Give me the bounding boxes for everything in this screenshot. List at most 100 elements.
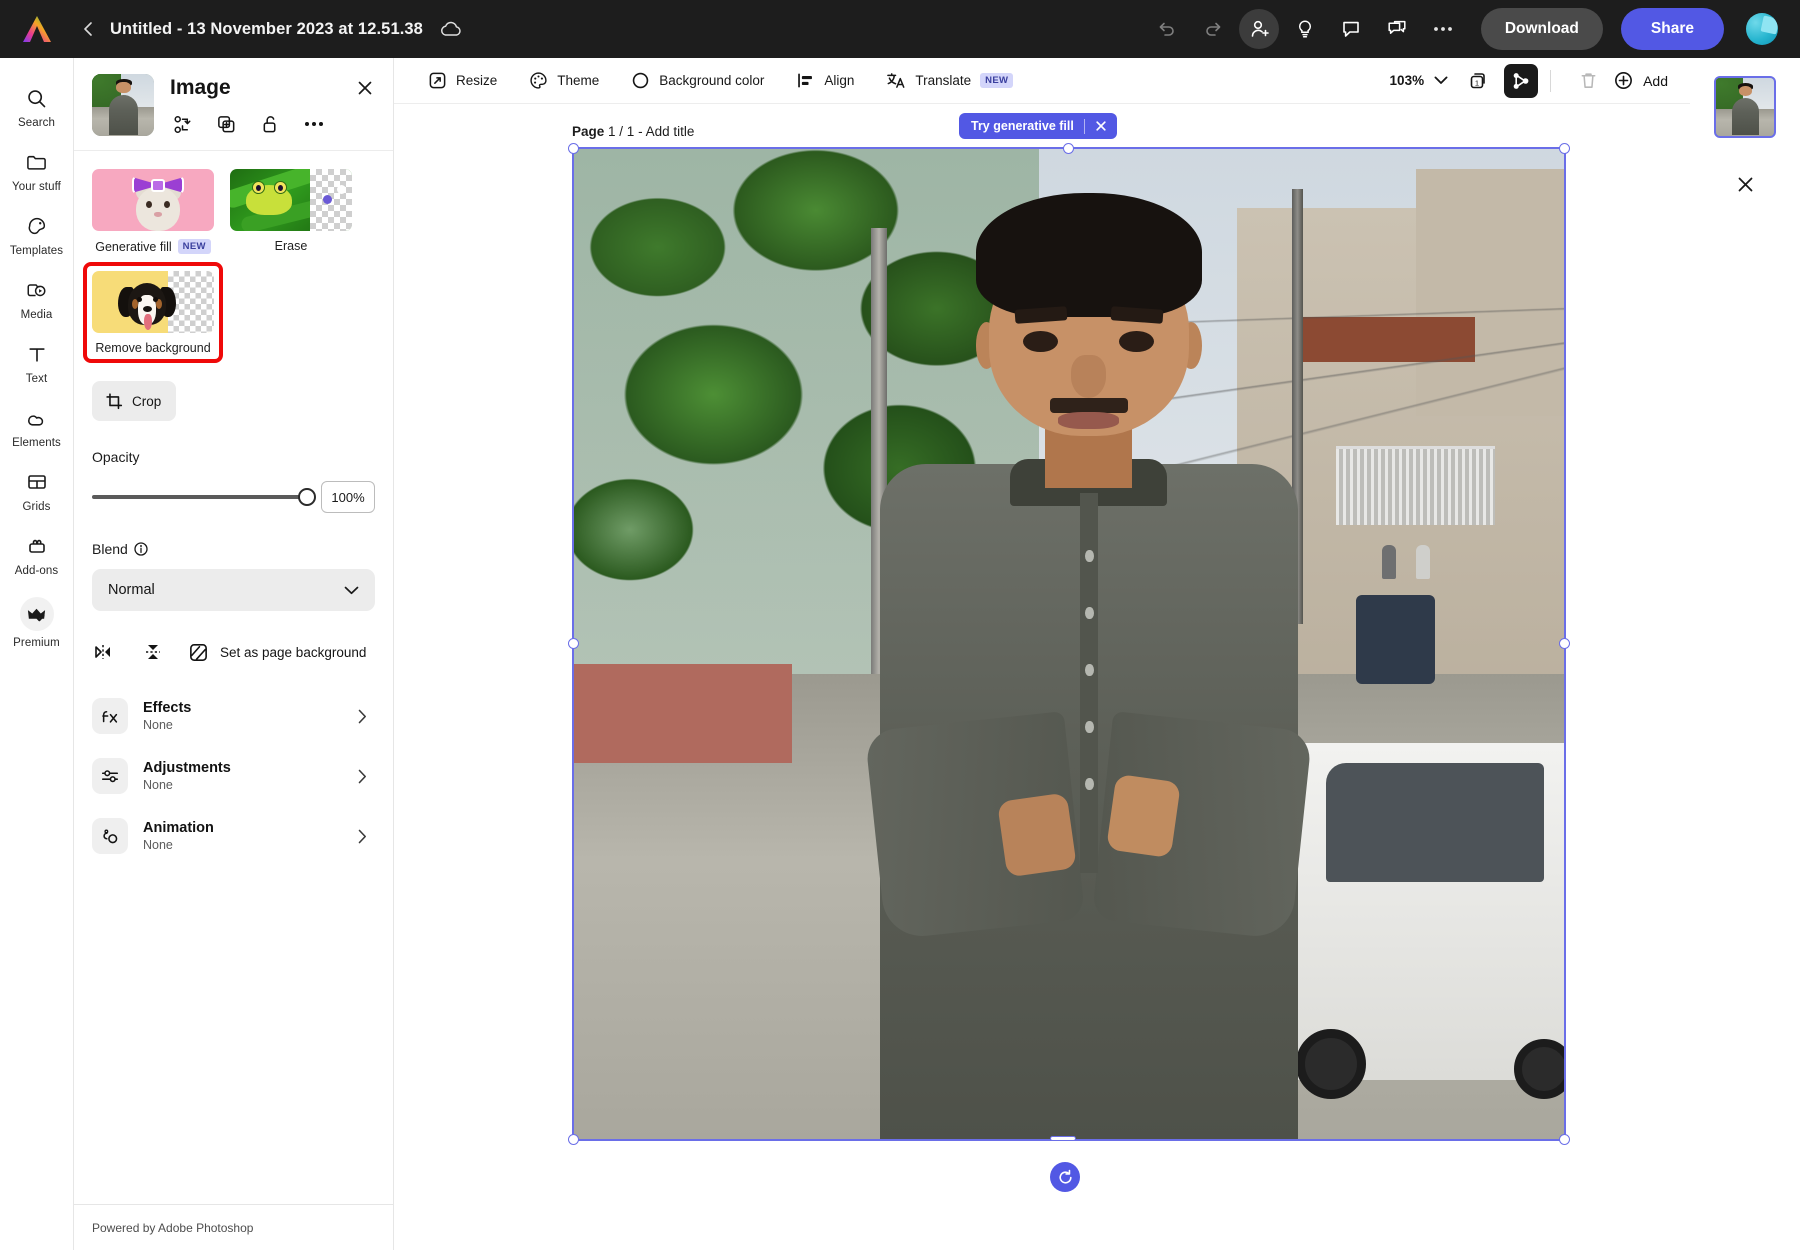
avatar[interactable]: [1746, 13, 1778, 45]
sidebar-item-text[interactable]: Text: [3, 330, 71, 394]
sidebar-label-media: Media: [21, 309, 53, 321]
artboard-image[interactable]: [574, 149, 1564, 1139]
chat-button[interactable]: [1377, 9, 1417, 49]
align-button[interactable]: Align: [780, 64, 870, 98]
option-effects[interactable]: Effects None: [92, 689, 375, 743]
opacity-slider[interactable]: [92, 495, 307, 499]
chevron-down-icon: [344, 586, 359, 595]
option-effects-sub: None: [143, 718, 338, 732]
blend-mode-select[interactable]: Normal: [92, 569, 375, 611]
layers-icon: [1510, 70, 1532, 92]
close-panel-button[interactable]: [351, 74, 379, 102]
delete-button[interactable]: [1571, 64, 1605, 98]
resize-handle-top-left[interactable]: [568, 143, 579, 154]
unlock-icon[interactable]: [258, 112, 282, 136]
option-effects-text: Effects None: [143, 700, 338, 732]
option-animation[interactable]: Animation None: [92, 809, 375, 863]
scene-person-bg-1: [1382, 545, 1396, 579]
duplicate-icon[interactable]: [214, 112, 238, 136]
undo-button[interactable]: [1147, 9, 1187, 49]
sidebar-label-your-stuff: Your stuff: [12, 181, 61, 193]
selected-image-thumbnail[interactable]: [92, 74, 154, 136]
card-remove-background[interactable]: Remove background: [87, 266, 219, 359]
flip-vertical-icon[interactable]: [140, 639, 166, 665]
animation-icon: [92, 818, 128, 854]
canvas-column: Resize Theme Background color: [394, 58, 1690, 1250]
download-button[interactable]: Download: [1481, 8, 1603, 50]
add-button[interactable]: Add: [1613, 70, 1668, 91]
resize-handle-top-center[interactable]: [1063, 143, 1074, 154]
sidebar-item-grids[interactable]: Grids: [3, 458, 71, 522]
ideas-button[interactable]: [1285, 9, 1325, 49]
resize-handle-bottom-center[interactable]: [1050, 1136, 1076, 1141]
card-generative-fill[interactable]: Generative fill NEW: [92, 169, 214, 254]
resize-handle-top-right[interactable]: [1559, 143, 1570, 154]
opacity-input[interactable]: 100%: [321, 481, 375, 513]
options-list: Effects None: [92, 689, 375, 863]
sidebar-item-elements[interactable]: Elements: [3, 394, 71, 458]
resize-button[interactable]: Resize: [412, 64, 513, 98]
blend-mode-value: Normal: [108, 582, 155, 598]
topbar-actions: Download Share: [1147, 8, 1778, 50]
sidebar-label-premium: Premium: [13, 637, 60, 649]
zoom-control[interactable]: 103%: [1390, 73, 1455, 88]
close-icon[interactable]: [1095, 120, 1107, 132]
close-pages-panel-button[interactable]: [1729, 168, 1761, 200]
search-icon: [24, 85, 50, 111]
rotate-button[interactable]: [1050, 1162, 1080, 1192]
page-title: Image: [170, 76, 375, 100]
sliders-icon: [92, 758, 128, 794]
resize-handle-bottom-right[interactable]: [1559, 1134, 1570, 1145]
card-label-remove-background: Remove background: [92, 341, 214, 355]
sidebar-item-search[interactable]: Search: [3, 74, 71, 138]
panel-body: Generative fill NEW Erase: [74, 151, 393, 1204]
comment-button[interactable]: [1331, 9, 1371, 49]
toolbar-divider: [1550, 70, 1551, 92]
crop-button[interactable]: Crop: [92, 381, 176, 421]
share-button[interactable]: Share: [1621, 8, 1724, 50]
layers-button[interactable]: [1504, 64, 1538, 98]
add-person-icon: [1248, 18, 1270, 40]
sidebar-item-templates[interactable]: Templates: [3, 202, 71, 266]
document-title[interactable]: Untitled - 13 November 2023 at 12.51.38: [110, 20, 423, 39]
undo-icon: [1156, 18, 1178, 40]
opacity-slider-handle[interactable]: [298, 488, 316, 506]
option-adjustments[interactable]: Adjustments None: [92, 749, 375, 803]
sidebar-item-add-ons[interactable]: Add-ons: [3, 522, 71, 586]
background-color-button[interactable]: Background color: [615, 64, 780, 98]
theme-button[interactable]: Theme: [513, 64, 615, 98]
page-background-icon: [188, 642, 209, 663]
flip-horizontal-icon[interactable]: [92, 639, 118, 665]
resize-handle-middle-left[interactable]: [568, 638, 579, 649]
resize-handle-bottom-left[interactable]: [568, 1134, 579, 1145]
more-options-icon: [1432, 26, 1454, 32]
sidebar-item-media[interactable]: Media: [3, 266, 71, 330]
redo-button[interactable]: [1193, 9, 1233, 49]
adobe-express-logo[interactable]: [0, 13, 74, 45]
circle-icon: [631, 71, 650, 90]
text-icon: [24, 341, 50, 367]
more-options-icon[interactable]: [302, 112, 326, 136]
sidebar-item-your-stuff[interactable]: Your stuff: [3, 138, 71, 202]
back-button[interactable]: [74, 14, 104, 44]
resize-handle-middle-right[interactable]: [1559, 638, 1570, 649]
translate-icon: [886, 71, 906, 90]
svg-text:1: 1: [1475, 78, 1479, 87]
page-thumbnail-1[interactable]: [1714, 76, 1776, 138]
addons-icon: [24, 533, 50, 559]
card-erase[interactable]: Erase: [230, 169, 352, 254]
scene-car-window: [1326, 763, 1544, 882]
page-meta[interactable]: Page 1 / 1 - Add title: [572, 124, 694, 139]
info-icon[interactable]: [134, 542, 148, 556]
replace-icon[interactable]: [170, 112, 194, 136]
page-count-button[interactable]: 1: [1462, 64, 1496, 98]
sidebar-item-premium[interactable]: Premium: [3, 586, 71, 658]
try-generative-fill-pill[interactable]: Try generative fill: [959, 113, 1117, 139]
translate-button[interactable]: Translate NEW: [870, 64, 1029, 98]
canvas-area[interactable]: Page 1 / 1 - Add title Try generative fi…: [394, 104, 1690, 1250]
option-effects-title: Effects: [143, 700, 338, 716]
set-as-page-background-button[interactable]: Set as page background: [188, 642, 366, 663]
more-options-button[interactable]: [1423, 9, 1463, 49]
resize-label: Resize: [456, 73, 497, 88]
invite-collaborator-button[interactable]: [1239, 9, 1279, 49]
